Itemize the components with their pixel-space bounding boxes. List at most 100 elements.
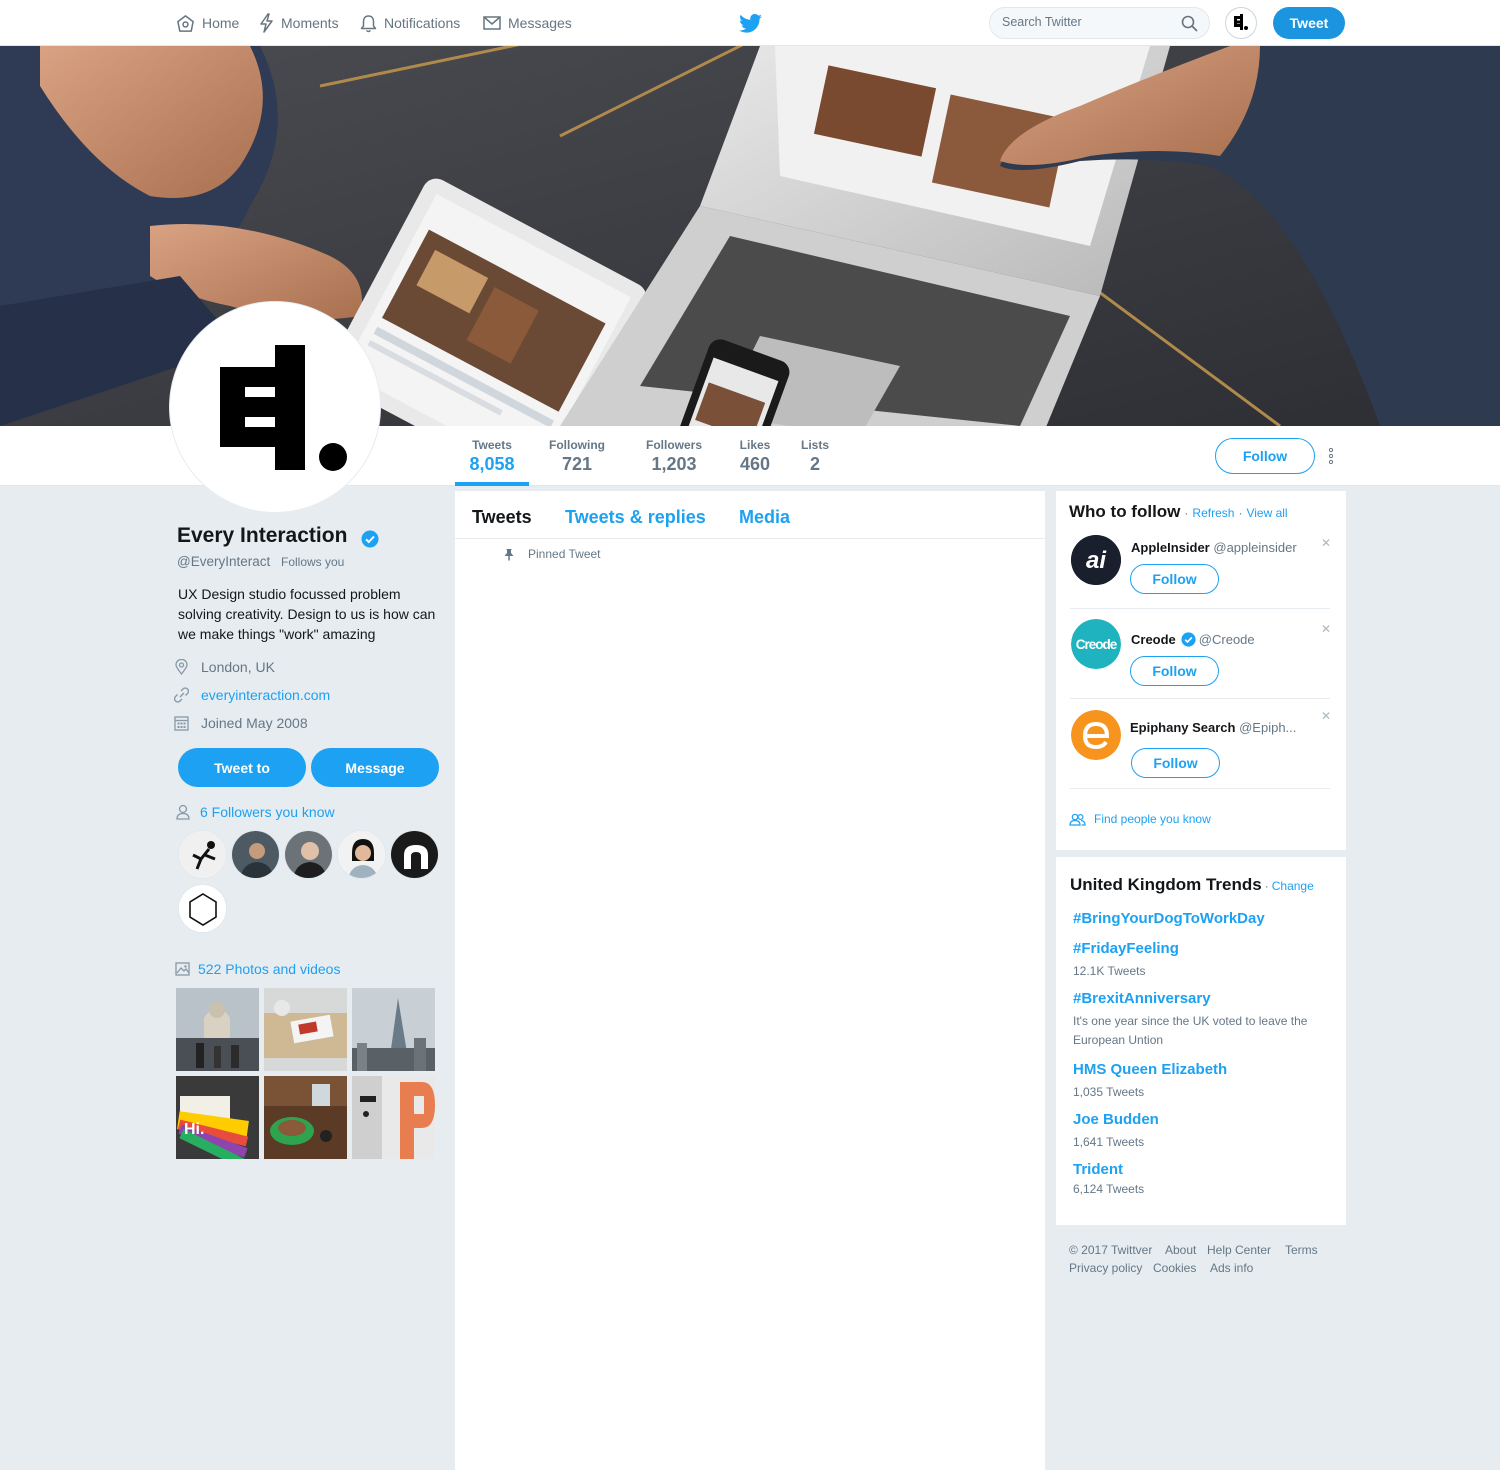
every-interaction-logo-icon [220, 345, 347, 471]
follower-avatar-image [179, 885, 226, 932]
stat-lists[interactable]: Lists 2 [796, 426, 834, 486]
tweet-to-button[interactable]: Tweet to [178, 748, 306, 787]
media-thumbnail[interactable] [264, 1076, 347, 1159]
stat-followers[interactable]: Followers 1,203 [638, 426, 710, 486]
change-trends-link[interactable]: Change [1272, 879, 1314, 893]
website-link[interactable]: everyinteraction.com [201, 687, 330, 703]
more-options-icon[interactable] [1327, 447, 1335, 465]
link-icon [174, 687, 189, 703]
tab-tweets[interactable]: Tweets [472, 507, 532, 528]
trend-item[interactable]: Joe Budden 1,641 Tweets [1073, 1111, 1159, 1152]
trend-name[interactable]: HMS Queen Elizabeth [1073, 1061, 1227, 1078]
trend-name[interactable]: #BringYourDogToWorkDay [1073, 910, 1265, 927]
tab-media[interactable]: Media [739, 507, 790, 528]
epiphany-avatar[interactable] [1071, 710, 1121, 760]
twitter-bird-logo-icon[interactable] [739, 14, 762, 33]
footer-privacy-link[interactable]: Privacy policy [1069, 1261, 1142, 1275]
dismiss-icon[interactable]: ✕ [1321, 536, 1331, 550]
location-pin-icon [175, 659, 188, 675]
followers-you-know-link[interactable]: 6 Followers you know [176, 804, 335, 820]
timeline-divider [455, 538, 1045, 539]
media-thumbnail[interactable]: Hi. [176, 1076, 259, 1159]
search-icon[interactable] [1181, 15, 1198, 32]
follower-avatar[interactable] [390, 830, 439, 879]
footer-ads-link[interactable]: Ads info [1210, 1261, 1253, 1275]
follower-avatar[interactable] [337, 830, 386, 879]
find-people-label[interactable]: Find people you know [1094, 812, 1211, 826]
stat-likes[interactable]: Likes 460 [733, 426, 777, 486]
footer-help-link[interactable]: Help Center [1207, 1243, 1271, 1257]
photos-videos-link[interactable]: 522 Photos and videos [175, 961, 340, 977]
media-thumbnail-image [264, 988, 347, 1071]
dismiss-icon[interactable]: ✕ [1321, 622, 1331, 636]
trend-name[interactable]: Joe Budden [1073, 1111, 1159, 1128]
follow-epiphany-button[interactable]: Follow [1131, 748, 1220, 778]
appleinsider-avatar[interactable]: ai [1071, 535, 1121, 585]
view-all-link[interactable]: View all [1246, 506, 1287, 520]
account-avatar[interactable] [1225, 7, 1257, 39]
search-box[interactable] [989, 7, 1210, 39]
svg-text:ai: ai [1086, 547, 1107, 574]
nav-home[interactable]: Home [176, 0, 239, 46]
media-thumbnail[interactable] [352, 1076, 435, 1159]
profile-avatar[interactable] [170, 302, 380, 512]
every-interaction-logo-icon [1234, 14, 1248, 30]
dismiss-icon[interactable]: ✕ [1321, 709, 1331, 723]
lightning-icon [260, 13, 273, 33]
profile-website[interactable]: everyinteraction.com [174, 685, 330, 705]
svg-text:Hi.: Hi. [184, 1121, 204, 1138]
nav-notifications-label: Notifications [384, 15, 461, 31]
footer-terms-link[interactable]: Terms [1285, 1243, 1318, 1257]
wtf-name-text: Epiphany Search [1130, 720, 1236, 735]
appleinsider-logo-icon: ai [1071, 535, 1121, 585]
creode-avatar[interactable]: Creode [1071, 619, 1121, 669]
follow-appleinsider-button[interactable]: Follow [1130, 564, 1219, 594]
wtf-account-name[interactable]: Epiphany Search @Epiph... [1130, 720, 1296, 735]
trend-name[interactable]: #FridayFeeling [1073, 940, 1179, 957]
follower-avatar[interactable] [231, 830, 280, 879]
message-button[interactable]: Message [311, 748, 439, 787]
wtf-divider [1070, 788, 1330, 789]
follower-avatar[interactable] [178, 884, 227, 933]
wtf-account-name[interactable]: Creode @Creode [1131, 632, 1255, 647]
trend-item[interactable]: HMS Queen Elizabeth 1,035 Tweets [1073, 1061, 1227, 1102]
follow-button[interactable]: Follow [1215, 438, 1315, 474]
trend-item[interactable]: Trident 6,124 Tweets [1073, 1161, 1144, 1199]
stat-tweets[interactable]: Tweets 8,058 [455, 426, 529, 486]
footer-cookies-link[interactable]: Cookies [1153, 1261, 1196, 1275]
bell-icon [360, 14, 377, 32]
follow-creode-button[interactable]: Follow [1130, 656, 1219, 686]
profile-location: London, UK [174, 657, 275, 677]
stat-following[interactable]: Following 721 [541, 426, 613, 486]
timeline-panel: Tweets Tweets & replies Media Pinned Twe… [455, 491, 1045, 1470]
profile-name[interactable]: Every Interaction [177, 524, 347, 548]
follower-avatar[interactable] [284, 830, 333, 879]
nav-moments[interactable]: Moments [259, 0, 339, 46]
tab-tweets-replies[interactable]: Tweets & replies [565, 507, 706, 528]
stat-likes-value: 460 [739, 454, 771, 474]
footer-about-link[interactable]: About [1165, 1243, 1196, 1257]
trend-item[interactable]: #BrexitAnniversary It's one year since t… [1073, 990, 1323, 1050]
media-thumbnail[interactable] [176, 988, 259, 1071]
trend-name[interactable]: #BrexitAnniversary [1073, 990, 1323, 1007]
refresh-link[interactable]: Refresh [1192, 506, 1234, 520]
search-input[interactable] [1002, 15, 1172, 29]
follower-avatar-image [232, 831, 279, 878]
follower-avatar[interactable] [178, 830, 227, 879]
wtf-handle-text: @Epiph... [1239, 720, 1297, 735]
tweet-button[interactable]: Tweet [1273, 7, 1345, 39]
nav-messages[interactable]: Messages [483, 0, 572, 46]
nav-notifications[interactable]: Notifications [360, 0, 460, 46]
trend-name[interactable]: Trident [1073, 1161, 1144, 1178]
home-icon [177, 14, 194, 32]
stat-lists-value: 2 [809, 454, 820, 474]
profile-handle[interactable]: @EveryInteract [177, 554, 270, 569]
trend-item[interactable]: #BringYourDogToWorkDay [1073, 910, 1265, 927]
find-people-link[interactable]: Find people you know [1069, 812, 1211, 826]
media-thumbnail[interactable] [264, 988, 347, 1071]
wtf-divider [1070, 608, 1330, 609]
trend-item[interactable]: #FridayFeeling 12.1K Tweets [1073, 940, 1179, 981]
trend-count: 1,641 Tweets [1073, 1135, 1145, 1149]
media-thumbnail[interactable] [352, 988, 435, 1071]
wtf-account-name[interactable]: AppleInsider @appleinsider [1131, 540, 1297, 555]
